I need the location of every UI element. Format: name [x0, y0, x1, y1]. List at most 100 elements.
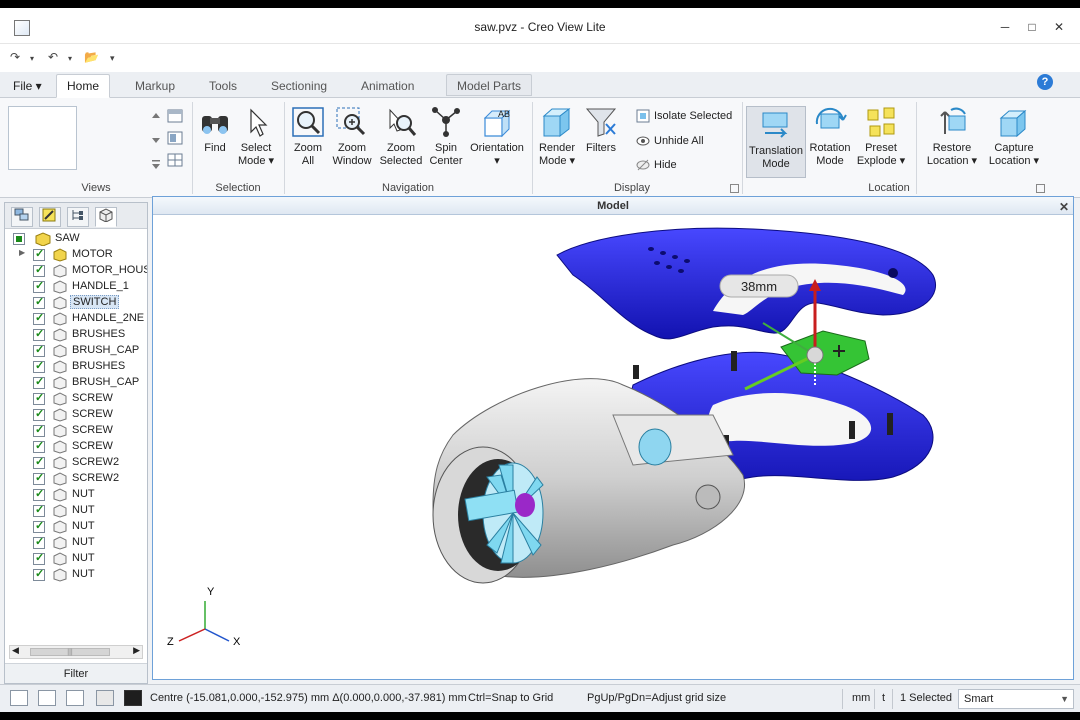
- tab-markup[interactable]: Markup: [124, 74, 186, 96]
- visibility-checkbox[interactable]: [33, 279, 45, 293]
- orientation-button[interactable]: AB Orientation ▾: [468, 106, 526, 168]
- views-scroll-controls[interactable]: [150, 108, 186, 172]
- visibility-checkbox[interactable]: [33, 247, 45, 261]
- close-button[interactable]: ✕: [1048, 18, 1070, 36]
- layout-single-icon[interactable]: [10, 690, 28, 706]
- markup-tab-icon[interactable]: [39, 207, 61, 227]
- redo-dropdown-icon[interactable]: ▾: [30, 54, 34, 63]
- tree-view-tab-icon[interactable]: [67, 207, 89, 227]
- zoom-selected-button[interactable]: Zoom Selected: [378, 106, 424, 168]
- visibility-checkbox[interactable]: [33, 439, 45, 453]
- root-checkbox-icon[interactable]: [13, 233, 25, 245]
- translation-mode-button[interactable]: Translation Mode: [746, 106, 806, 178]
- visibility-checkbox[interactable]: [33, 391, 45, 405]
- visibility-checkbox[interactable]: [33, 487, 45, 501]
- spin-center-button[interactable]: Spin Center: [426, 106, 466, 168]
- visibility-checkbox[interactable]: [33, 535, 45, 549]
- console-icon[interactable]: [124, 690, 142, 706]
- visibility-checkbox[interactable]: [33, 407, 45, 421]
- tree-row[interactable]: SCREW: [5, 391, 147, 407]
- visibility-checkbox[interactable]: [33, 295, 45, 309]
- undo-icon[interactable]: ↶: [48, 50, 58, 64]
- visibility-checkbox[interactable]: [33, 359, 45, 373]
- tree-row[interactable]: BRUSHES: [5, 327, 147, 343]
- isolate-selected-button[interactable]: Isolate Selected: [634, 106, 732, 126]
- viewport-close-icon[interactable]: ✕: [1059, 198, 1069, 216]
- tree-row[interactable]: SCREW2: [5, 471, 147, 487]
- tab-sectioning[interactable]: Sectioning: [260, 74, 338, 96]
- visibility-checkbox[interactable]: [33, 343, 45, 357]
- views-gallery[interactable]: [8, 106, 77, 170]
- tree-row[interactable]: NUT: [5, 535, 147, 551]
- visibility-checkbox[interactable]: [33, 327, 45, 341]
- tree-row[interactable]: NUT: [5, 551, 147, 567]
- customize-toolbar-icon[interactable]: ▾: [110, 53, 115, 64]
- tab-tools[interactable]: Tools: [198, 74, 248, 96]
- unit-indicator[interactable]: mm: [852, 692, 870, 704]
- tree-row[interactable]: NUT: [5, 487, 147, 503]
- visibility-checkbox[interactable]: [33, 551, 45, 565]
- visibility-checkbox[interactable]: [33, 455, 45, 469]
- redo-icon[interactable]: ↷: [10, 50, 20, 64]
- scroll-thumb[interactable]: |||: [30, 648, 110, 656]
- zoom-window-button[interactable]: Zoom Window: [330, 106, 374, 168]
- restore-location-button[interactable]: Restore Location ▾: [922, 106, 982, 168]
- expand-arrow-icon[interactable]: ▶: [19, 248, 25, 257]
- scroll-left-icon[interactable]: ◀: [12, 645, 19, 656]
- select-mode-button[interactable]: Select Mode ▾: [236, 106, 276, 168]
- tree-row[interactable]: SCREW: [5, 439, 147, 455]
- capture-location-button[interactable]: Capture Location ▾: [984, 106, 1044, 168]
- tree-row[interactable]: SCREW: [5, 407, 147, 423]
- model-scene[interactable]: 38mm Y X Z: [153, 215, 1073, 679]
- visibility-checkbox[interactable]: [33, 503, 45, 517]
- zoom-all-button[interactable]: Zoom All: [288, 106, 328, 168]
- tree-row[interactable]: NUT: [5, 503, 147, 519]
- maximize-button[interactable]: □: [1021, 18, 1043, 36]
- filter-button[interactable]: Filter: [5, 663, 147, 683]
- unhide-all-button[interactable]: Unhide All: [634, 131, 704, 151]
- tree-row[interactable]: NUT: [5, 567, 147, 583]
- t-indicator[interactable]: t: [882, 692, 885, 704]
- visibility-checkbox[interactable]: [33, 263, 45, 277]
- rotation-mode-button[interactable]: Rotation Mode: [808, 106, 852, 168]
- layout-other-icon[interactable]: [96, 690, 114, 706]
- tree-row[interactable]: SWITCH: [5, 295, 147, 311]
- preset-explode-button[interactable]: Preset Explode ▾: [854, 106, 908, 168]
- help-icon[interactable]: ?: [1037, 74, 1053, 90]
- tree-root-row[interactable]: SAW: [5, 231, 147, 247]
- visibility-checkbox[interactable]: [33, 519, 45, 533]
- visibility-checkbox[interactable]: [33, 423, 45, 437]
- layout-split-icon[interactable]: [38, 690, 56, 706]
- layout-grid-icon[interactable]: [66, 690, 84, 706]
- tree-row[interactable]: BRUSHES: [5, 359, 147, 375]
- find-button[interactable]: Find: [196, 106, 234, 155]
- visibility-checkbox[interactable]: [33, 471, 45, 485]
- tree-row[interactable]: BRUSH_CAP: [5, 343, 147, 359]
- tab-file[interactable]: File ▾: [2, 74, 53, 96]
- tab-home[interactable]: Home: [56, 74, 111, 98]
- tree-row[interactable]: SCREW2: [5, 455, 147, 471]
- undo-dropdown-icon[interactable]: ▾: [68, 54, 72, 63]
- tab-animation[interactable]: Animation: [350, 74, 425, 96]
- tree-row[interactable]: ▶ MOTOR: [5, 247, 147, 263]
- visibility-checkbox[interactable]: [33, 375, 45, 389]
- tree-row[interactable]: HANDLE_2NE: [5, 311, 147, 327]
- tree-row[interactable]: NUT: [5, 519, 147, 535]
- display-dialog-launcher-icon[interactable]: [730, 184, 739, 193]
- selection-filter-select[interactable]: Smart ▼: [958, 689, 1074, 709]
- parts-tab-icon[interactable]: [95, 207, 117, 227]
- model-viewport[interactable]: Model ✕ 38mm Y X Z: [152, 196, 1074, 680]
- visibility-checkbox[interactable]: [33, 311, 45, 325]
- hide-button[interactable]: Hide: [634, 155, 677, 175]
- scroll-right-icon[interactable]: ▶: [133, 645, 140, 656]
- tree-row[interactable]: HANDLE_1: [5, 279, 147, 295]
- minimize-button[interactable]: ─: [994, 18, 1016, 36]
- open-folder-icon[interactable]: 📂: [84, 50, 99, 64]
- location-dialog-launcher-icon[interactable]: [1036, 184, 1045, 193]
- drag-center-handle[interactable]: [806, 346, 824, 364]
- render-mode-button[interactable]: Render Mode ▾: [536, 106, 578, 168]
- filters-button[interactable]: Filters: [582, 106, 620, 155]
- visibility-checkbox[interactable]: [33, 567, 45, 581]
- tree-row[interactable]: MOTOR_HOUSING: [5, 263, 147, 279]
- structure-tab-icon[interactable]: [11, 207, 33, 227]
